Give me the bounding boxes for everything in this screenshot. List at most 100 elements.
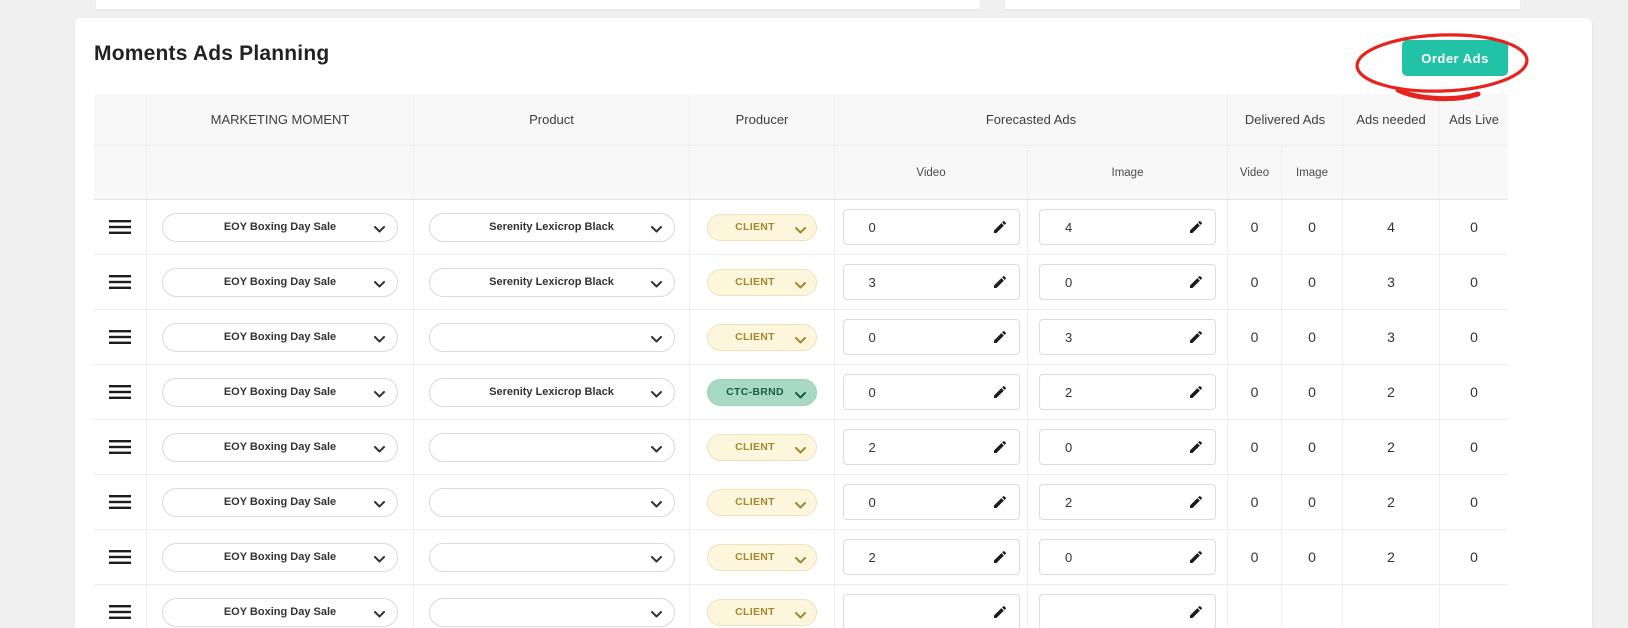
marketing-moment-select[interactable]: EOY Boxing Day Sale	[162, 432, 398, 462]
chevron-down-icon	[795, 555, 806, 567]
forecast-video-input[interactable]: 0	[842, 374, 1020, 410]
producer-pill[interactable]: CLIENT	[707, 598, 817, 626]
edit-pencil-icon[interactable]	[988, 435, 1012, 459]
forecast-image-input[interactable]: 0	[1039, 539, 1216, 575]
forecast-video-value: 0	[868, 384, 876, 400]
drag-handle[interactable]	[105, 435, 135, 459]
header-ads-live: Ads Live	[1439, 94, 1508, 145]
drag-handle[interactable]	[105, 380, 135, 404]
ads-live-value: 0	[1439, 200, 1508, 254]
drag-handle[interactable]	[105, 325, 135, 349]
subheader-spacer-moment	[146, 146, 413, 199]
edit-pencil-icon[interactable]	[1184, 545, 1208, 569]
subheader-forecast-image: Image	[1027, 146, 1227, 199]
forecast-video-input[interactable]: 0	[842, 209, 1020, 245]
edit-pencil-icon[interactable]	[988, 325, 1012, 349]
delivered-image-value: 0	[1281, 530, 1342, 584]
edit-pencil-icon[interactable]	[988, 545, 1012, 569]
ads-needed-value: 3	[1342, 310, 1439, 364]
producer-pill[interactable]: CLIENT	[707, 323, 817, 351]
edit-pencil-icon[interactable]	[1184, 490, 1208, 514]
forecast-video-input[interactable]: 2	[842, 539, 1020, 575]
chevron-down-icon	[374, 444, 385, 456]
delivered-image-value: 0	[1281, 475, 1342, 529]
product-select[interactable]	[428, 322, 675, 352]
product-select[interactable]	[428, 432, 675, 462]
forecast-video-input[interactable]: 2	[842, 429, 1020, 465]
edit-pencil-icon[interactable]	[1184, 270, 1208, 294]
producer-pill[interactable]: CLIENT	[707, 268, 817, 296]
product-select[interactable]: Serenity Lexicrop Black	[428, 212, 675, 242]
forecast-image-input[interactable]: 3	[1039, 319, 1216, 355]
subheader-spacer-handle	[94, 146, 146, 199]
chevron-down-icon	[795, 280, 806, 292]
drag-handle[interactable]	[105, 600, 135, 624]
producer-pill[interactable]: CTC-BRND	[707, 378, 817, 406]
forecast-video-input[interactable]: 0	[842, 319, 1020, 355]
ads-live-value: 0	[1439, 530, 1508, 584]
forecast-image-value: 4	[1065, 219, 1073, 235]
edit-pencil-icon[interactable]	[1184, 380, 1208, 404]
product-select[interactable]	[428, 487, 675, 517]
drag-handle[interactable]	[105, 490, 135, 514]
delivered-image-value: 0	[1281, 365, 1342, 419]
marketing-moment-select[interactable]: EOY Boxing Day Sale	[162, 212, 398, 242]
product-select[interactable]	[428, 597, 675, 627]
edit-pencil-icon[interactable]	[1184, 215, 1208, 239]
table-row: EOY Boxing Day Sale CLIENT	[94, 310, 1508, 365]
edit-pencil-icon[interactable]	[1184, 435, 1208, 459]
forecast-image-input[interactable]: 4	[1039, 209, 1216, 245]
chevron-down-icon	[795, 335, 806, 347]
forecast-video-value: 2	[868, 439, 876, 455]
ads-live-value: 0	[1439, 365, 1508, 419]
producer-pill[interactable]: CLIENT	[707, 543, 817, 571]
forecast-video-input[interactable]: 0	[842, 484, 1020, 520]
producer-pill[interactable]: CLIENT	[707, 433, 817, 461]
forecast-image-input[interactable]: 2	[1039, 484, 1216, 520]
hamburger-icon	[109, 275, 131, 289]
edit-pencil-icon[interactable]	[1184, 325, 1208, 349]
marketing-moment-select[interactable]: EOY Boxing Day Sale	[162, 487, 398, 517]
table-header-subcolumns: Video Image Video Image	[94, 146, 1508, 200]
delivered-video-value: 0	[1227, 310, 1281, 364]
ads-live-value: 0	[1439, 475, 1508, 529]
chevron-down-icon	[374, 224, 385, 236]
marketing-moment-select[interactable]: EOY Boxing Day Sale	[162, 267, 398, 297]
hamburger-icon	[109, 440, 131, 454]
product-select[interactable]	[428, 542, 675, 572]
subheader-spacer-needed	[1342, 146, 1439, 199]
edit-pencil-icon[interactable]	[988, 600, 1012, 624]
marketing-moment-select[interactable]: EOY Boxing Day Sale	[162, 377, 398, 407]
ads-live-value: 0	[1439, 255, 1508, 309]
forecast-image-input[interactable]: 0	[1039, 264, 1216, 300]
forecast-image-input[interactable]: 0	[1039, 429, 1216, 465]
forecast-video-value: 3	[868, 274, 876, 290]
header-ads-needed: Ads needed	[1342, 94, 1439, 145]
marketing-moment-select[interactable]: EOY Boxing Day Sale	[162, 322, 398, 352]
drag-handle[interactable]	[105, 270, 135, 294]
product-select[interactable]: Serenity Lexicrop Black	[428, 377, 675, 407]
forecast-image-input[interactable]: 2	[1039, 374, 1216, 410]
chevron-down-icon	[650, 279, 662, 291]
delivered-video-value	[1227, 585, 1281, 628]
forecast-image-input[interactable]	[1039, 594, 1216, 628]
edit-pencil-icon[interactable]	[988, 270, 1012, 294]
edit-pencil-icon[interactable]	[988, 215, 1012, 239]
chevron-down-icon	[374, 389, 385, 401]
producer-value: CLIENT	[735, 331, 775, 343]
marketing-moment-select[interactable]: EOY Boxing Day Sale	[162, 597, 398, 627]
marketing-moment-select[interactable]: EOY Boxing Day Sale	[162, 542, 398, 572]
forecast-video-input[interactable]: 3	[842, 264, 1020, 300]
edit-pencil-icon[interactable]	[1184, 600, 1208, 624]
edit-pencil-icon[interactable]	[988, 380, 1012, 404]
order-ads-button[interactable]: Order Ads	[1402, 40, 1508, 76]
forecast-video-input[interactable]	[842, 594, 1020, 628]
drag-handle[interactable]	[105, 215, 135, 239]
edit-pencil-icon[interactable]	[988, 490, 1012, 514]
producer-pill[interactable]: CLIENT	[707, 488, 817, 516]
producer-pill[interactable]: CLIENT	[707, 213, 817, 241]
forecast-image-value: 2	[1065, 384, 1073, 400]
drag-handle[interactable]	[105, 545, 135, 569]
product-select[interactable]: Serenity Lexicrop Black	[428, 267, 675, 297]
product-value: Serenity Lexicrop Black	[489, 386, 614, 398]
